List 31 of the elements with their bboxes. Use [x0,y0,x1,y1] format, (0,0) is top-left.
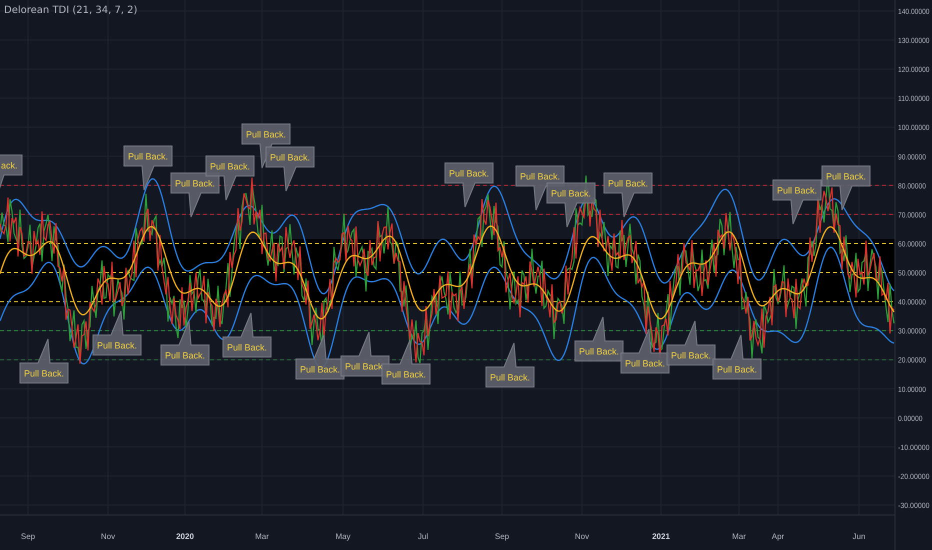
pull-back-callout: Pull Back. [266,146,314,192]
x-axis-label: May [335,532,351,541]
pull-back-callout: Pull Back. [486,342,534,388]
x-axis-label: Mar [732,532,746,541]
pull-back-callout: Pull Back. [546,182,596,228]
pull-back-callout: Pull Back. [92,310,142,356]
pull-back-callout: Pull Back. [604,172,652,218]
pull-back-callout: Pull Back. [444,162,494,208]
x-axis-label: 2021 [652,532,670,541]
pull-back-callout: Pull Back. [170,172,220,218]
x-axis-label: Sep [494,532,510,541]
pull-back-callout: Pull Back. [296,334,344,380]
pull-back-callout: Pull Back. [822,166,870,210]
pull-back-callout: Pull Back. [124,146,172,190]
x-axis-label: Sep [20,532,36,541]
indicator-title: Delorean TDI (21, 34, 7, 2) [4,5,138,16]
pull-back-callout: Pull Back. [574,316,624,362]
x-axis-label: Jul [418,532,428,541]
pull-back-callout: Pull Back. [20,338,68,384]
pull-back-callout: Pull Back. [160,320,210,366]
x-axis-label: 2020 [176,532,194,541]
pull-back-callout: Pull Back. [666,320,716,366]
pull-back-callout: Pull Back. [620,328,670,374]
x-axis-label: Apr [772,532,784,541]
pull-back-callout: Pull Back. [712,334,762,380]
pull-back-callout: Pull Back. [222,312,272,358]
x-axis-label: Mar [255,532,269,541]
pull-back-callout: Pull Back. [772,180,822,224]
x-axis-label: Jun [852,532,866,541]
x-axis-label: Nov [100,532,116,541]
x-axis-label: Nov [574,532,590,541]
